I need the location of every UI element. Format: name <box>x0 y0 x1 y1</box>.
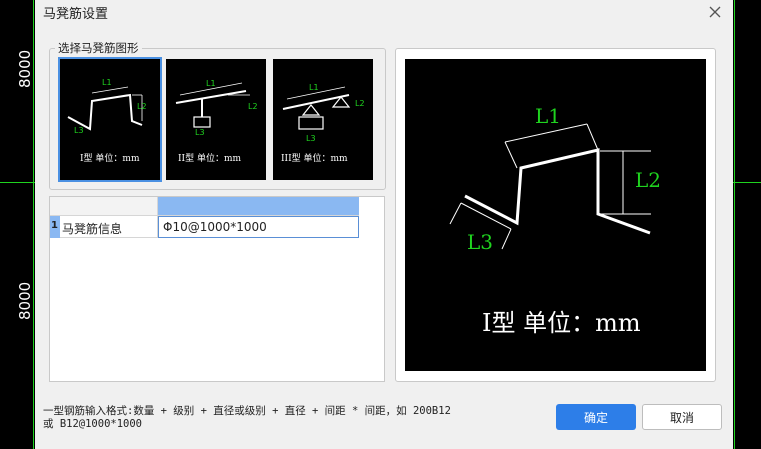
type1-dim-l3: L3 <box>74 126 84 135</box>
type3-diagram: L1 L2 L3 III型 单位：mm <box>281 83 365 164</box>
type3-dim-l3: L3 <box>306 134 316 143</box>
dimension-label-top: 8000 <box>16 49 34 88</box>
grid-line-right <box>733 182 761 183</box>
type3-dim-l1: L1 <box>309 83 319 92</box>
dialog-titlebar: 马凳筋设置 <box>35 0 733 24</box>
shape-option-type3[interactable]: L1 L2 L3 III型 单位：mm <box>273 59 373 180</box>
type2-dim-l2: L2 <box>248 102 258 111</box>
preview-diagram: L1 L2 L3 I型 单位：mm <box>449 104 661 337</box>
grid-line-vertical-right <box>734 0 735 449</box>
grid-line-vertical-left <box>33 0 34 449</box>
preview-dim-l2: L2 <box>635 168 661 192</box>
shape-selector-label: 选择马凳筋图形 <box>55 40 142 56</box>
grid-line-left <box>0 182 35 183</box>
preview-canvas: L1 L2 L3 I型 单位：mm <box>405 59 706 371</box>
close-button[interactable] <box>705 2 725 22</box>
hint-line-1: 一型钢筋输入格式:数量 + 级别 + 直径或级别 + 直径 + 间距 * 间距，… <box>43 405 451 417</box>
property-grid: 1 马凳筋信息 Φ10@1000*1000 <box>49 196 385 382</box>
type1-diagram: L1 L2 L3 I型 单位：mm <box>67 78 147 164</box>
row-number: 1 <box>50 216 60 238</box>
cancel-button[interactable]: 取消 <box>642 404 722 430</box>
ok-button[interactable]: 确定 <box>556 404 636 430</box>
type3-dim-l2: L2 <box>355 99 365 108</box>
input-format-hint: 一型钢筋输入格式:数量 + 级别 + 直径或级别 + 直径 + 间距 * 间距，… <box>43 405 513 431</box>
preview-dim-l3: L3 <box>467 230 493 254</box>
cad-background-right <box>733 0 761 449</box>
preview-panel: L1 L2 L3 I型 单位：mm <box>395 48 716 382</box>
type1-dim-l2: L2 <box>137 102 147 111</box>
dialog-title: 马凳筋设置 <box>43 7 109 22</box>
grid-value-header[interactable] <box>158 197 359 216</box>
type2-dim-l3: L3 <box>195 128 205 137</box>
rebar-info-input[interactable]: Φ10@1000*1000 <box>158 216 359 238</box>
shape-option-type2[interactable]: L1 L2 L3 II型 单位：mm <box>166 59 266 180</box>
type1-dim-l1: L1 <box>102 78 112 87</box>
type1-label: I型 单位：mm <box>80 152 140 164</box>
rebar-chair-dialog: 马凳筋设置 选择马凳筋图形 L1 L2 L3 I型 单位：mm L1 L2 L3… <box>35 0 733 449</box>
dimension-label-bottom: 8000 <box>16 281 34 320</box>
close-icon <box>709 6 721 18</box>
type3-label: III型 单位：mm <box>281 152 348 164</box>
hint-line-2: 或 B12@1000*1000 <box>43 418 143 430</box>
type2-diagram: L1 L2 L3 II型 单位：mm <box>175 79 258 164</box>
row-label: 马凳筋信息 <box>60 216 158 238</box>
type2-label: II型 单位：mm <box>178 152 242 164</box>
preview-dim-l1: L1 <box>535 104 561 128</box>
grid-corner-header <box>50 197 158 216</box>
type2-dim-l1: L1 <box>206 79 216 88</box>
shape-option-type1[interactable]: L1 L2 L3 I型 单位：mm <box>58 57 162 182</box>
preview-caption: I型 单位：mm <box>482 309 641 337</box>
